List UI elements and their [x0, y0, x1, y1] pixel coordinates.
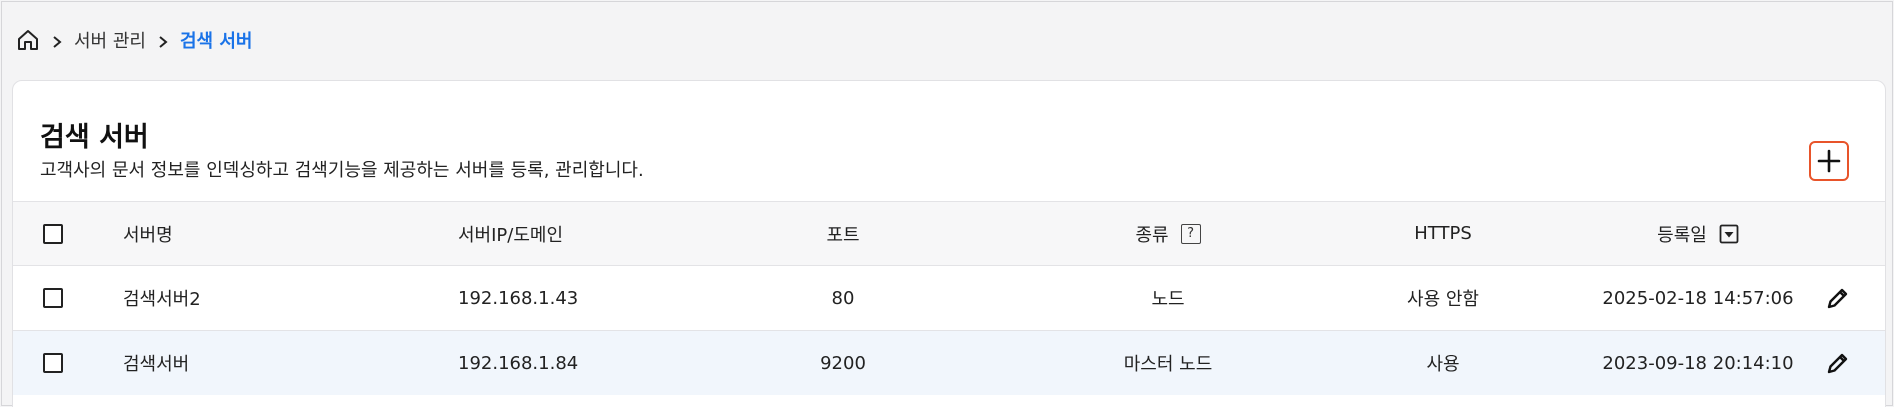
- page-title: 검색 서버: [40, 122, 149, 153]
- cell-name: 검색서버: [123, 354, 190, 375]
- cell-date: 2025-02-18 14:57:06: [1602, 287, 1794, 309]
- cell-name: 검색서버2: [123, 289, 201, 310]
- row-checkbox[interactable]: [43, 353, 63, 373]
- question-icon[interactable]: ?: [1180, 223, 1201, 244]
- breadcrumb-item-server-management[interactable]: 서버 관리: [74, 27, 146, 53]
- breadcrumb-item-search-server: 검색 서버: [179, 31, 253, 52]
- table-header-row: 서버명 서버IP/도메인 포트 종류 ? HTTPS 등록일: [13, 201, 1885, 265]
- breadcrumb: 서버 관리 검색 서버: [16, 26, 252, 54]
- pencil-icon[interactable]: [1824, 284, 1852, 312]
- table-row[interactable]: 검색서버 192.168.1.84 9200 마스터 노드 사용 2023-09…: [13, 330, 1885, 395]
- cell-type: 노드: [1151, 289, 1185, 310]
- chevron-right-icon: [156, 33, 170, 48]
- cell-ip: 192.168.1.43: [458, 287, 579, 309]
- cell-port: 9200: [820, 352, 866, 374]
- column-header-name: 서버명: [123, 224, 173, 246]
- card-header: 검색 서버 고객사의 문서 정보를 인덱싱하고 검색기능을 제공하는 서버를 등…: [13, 81, 1885, 201]
- sort-down-icon[interactable]: [1719, 224, 1739, 244]
- search-server-card: 검색 서버 고객사의 문서 정보를 인덱싱하고 검색기능을 제공하는 서버를 등…: [12, 80, 1886, 407]
- select-all-checkbox[interactable]: [43, 223, 63, 244]
- row-checkbox[interactable]: [43, 288, 63, 308]
- cell-https: 사용 안함: [1407, 289, 1479, 310]
- column-header-https: HTTPS: [1414, 223, 1472, 244]
- column-header-port: 포트: [826, 224, 860, 246]
- page-description: 고객사의 문서 정보를 인덱싱하고 검색기능을 제공하는 서버를 등록, 관리합…: [40, 160, 644, 181]
- plus-icon: [1817, 149, 1841, 173]
- column-header-type: 종류 ?: [1043, 202, 1293, 265]
- cell-port: 80: [831, 287, 855, 309]
- cell-date: 2023-09-18 20:14:10: [1602, 352, 1794, 374]
- chevron-right-icon: [50, 33, 64, 48]
- column-header-ip: 서버IP/도메인: [458, 224, 564, 246]
- column-header-type-label: 종류: [1135, 224, 1169, 246]
- app-frame: 서버 관리 검색 서버 검색 서버 고객사의 문서 정보를 인덱싱하고 검색기능…: [1, 1, 1893, 407]
- cell-type: 마스터 노드: [1123, 354, 1213, 375]
- cell-https: 사용: [1426, 354, 1460, 375]
- pencil-icon[interactable]: [1824, 349, 1852, 377]
- column-header-date[interactable]: 등록일: [1553, 202, 1843, 265]
- table-row[interactable]: 검색서버2 192.168.1.43 80 노드 사용 안함 2025-02-1…: [13, 265, 1885, 330]
- home-icon[interactable]: [16, 28, 40, 52]
- add-server-button[interactable]: [1809, 141, 1849, 181]
- cell-ip: 192.168.1.84: [458, 352, 579, 374]
- column-header-date-label: 등록일: [1657, 224, 1707, 246]
- server-table: 서버명 서버IP/도메인 포트 종류 ? HTTPS 등록일 검색서버2 192…: [13, 201, 1885, 395]
